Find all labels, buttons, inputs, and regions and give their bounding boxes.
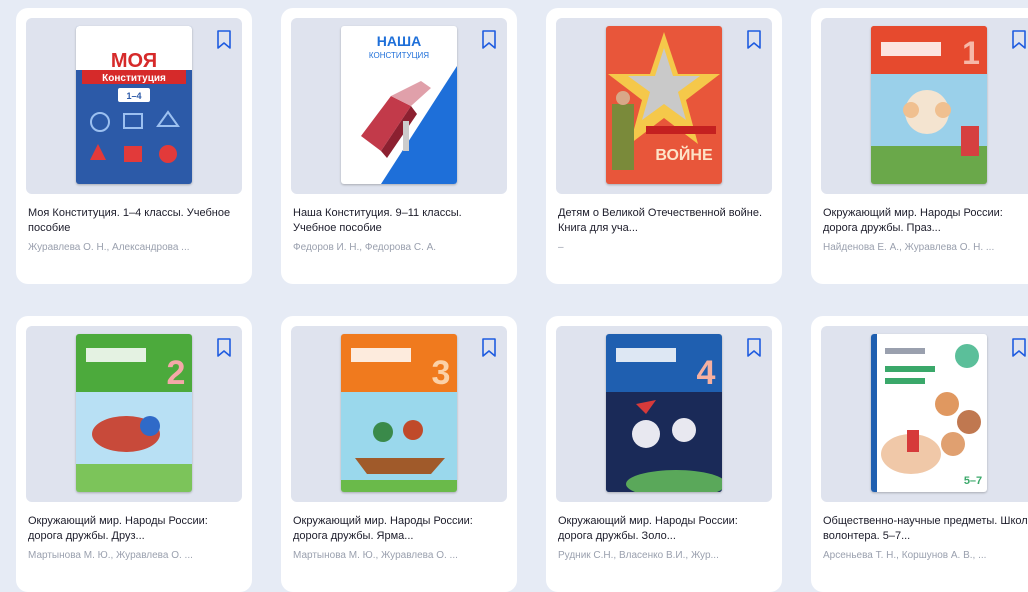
book-cover: 4 bbox=[606, 334, 722, 492]
book-title[interactable]: Окружающий мир. Народы России: дорога др… bbox=[558, 514, 772, 544]
book-title[interactable]: Наша Конституция. 9–11 классы. Учебное п… bbox=[293, 206, 507, 236]
bookmark-icon[interactable] bbox=[1011, 338, 1027, 358]
cover-number: 3 bbox=[432, 354, 451, 392]
book-card[interactable]: 5–7 Общественно-научные предметы. Школа … bbox=[811, 316, 1028, 592]
cover-grade: 5–7 bbox=[964, 475, 982, 487]
cover-title: НАША bbox=[377, 33, 421, 49]
book-cover: 5–7 bbox=[871, 334, 987, 492]
book-title[interactable]: Детям о Великой Отечественной войне. Кни… bbox=[558, 206, 772, 236]
book-card[interactable]: 1 Окружающий мир. Народы России: дорога … bbox=[811, 8, 1028, 284]
bookmark-icon[interactable] bbox=[746, 338, 762, 358]
book-cover-area[interactable]: 5–7 bbox=[821, 326, 1028, 502]
bookmark-icon[interactable] bbox=[481, 30, 497, 50]
book-cover-area[interactable]: 1 bbox=[821, 18, 1028, 194]
book-cover-area[interactable]: 4 bbox=[556, 326, 772, 502]
book-card[interactable]: ВОЙНЕ Детям о Великой Отечественной войн… bbox=[546, 8, 782, 284]
bookmark-icon[interactable] bbox=[746, 30, 762, 50]
book-cover: 1 bbox=[871, 26, 987, 184]
book-card[interactable]: 2 Окружающий мир. Народы России: дорога … bbox=[16, 316, 252, 592]
book-title[interactable]: Моя Конституция. 1–4 классы. Учебное пос… bbox=[28, 206, 242, 236]
cover-number: 1 bbox=[962, 35, 980, 71]
book-authors: Найденова Е. А., Журавлева О. Н. ... bbox=[823, 242, 995, 253]
bookmark-icon[interactable] bbox=[216, 30, 232, 50]
book-title[interactable]: Общественно-научные предметы. Школа воло… bbox=[823, 514, 1028, 544]
book-card[interactable]: НАША КОНСТИТУЦИЯ Наша Конституция. 9–11 … bbox=[281, 8, 517, 284]
book-title[interactable]: Окружающий мир. Народы России: дорога др… bbox=[823, 206, 1028, 236]
book-authors: Федоров И. Н., Федорова С. А. bbox=[293, 242, 437, 253]
book-cover-area[interactable]: МОЯ Конституция 1–4 bbox=[26, 18, 242, 194]
book-card[interactable]: 3 Окружающий мир. Народы России: дорога … bbox=[281, 316, 517, 592]
book-cover: НАША КОНСТИТУЦИЯ bbox=[341, 26, 457, 184]
book-authors: Журавлева О. Н., Александрова ... bbox=[28, 242, 190, 253]
book-cover: 3 bbox=[341, 334, 457, 492]
book-title[interactable]: Окружающий мир. Народы России: дорога др… bbox=[293, 514, 507, 544]
book-card[interactable]: МОЯ Конституция 1–4 Моя Конституция. 1–4… bbox=[16, 8, 252, 284]
book-authors: Мартынова М. Ю., Журавлева О. ... bbox=[293, 550, 458, 561]
cover-subtitle: КОНСТИТУЦИЯ bbox=[369, 51, 429, 60]
bookmark-icon[interactable] bbox=[481, 338, 497, 358]
bookmark-icon[interactable] bbox=[216, 338, 232, 358]
book-cover: 2 bbox=[76, 334, 192, 492]
cover-subtitle: Конституция bbox=[102, 73, 166, 84]
cover-title: МОЯ bbox=[111, 50, 157, 72]
book-cover-area[interactable]: ВОЙНЕ bbox=[556, 18, 772, 194]
book-authors: – bbox=[558, 242, 564, 253]
cover-grade: 1–4 bbox=[126, 91, 141, 101]
book-title[interactable]: Окружающий мир. Народы России: дорога др… bbox=[28, 514, 242, 544]
cover-number: 2 bbox=[167, 354, 186, 392]
book-cover-area[interactable]: 2 bbox=[26, 326, 242, 502]
book-cover-area[interactable]: НАША КОНСТИТУЦИЯ bbox=[291, 18, 507, 194]
book-authors: Мартынова М. Ю., Журавлева О. ... bbox=[28, 550, 193, 561]
book-card[interactable]: 4 Окружающий мир. Народы России: дорога … bbox=[546, 316, 782, 592]
book-authors: Арсеньева Т. Н., Коршунов А. В., ... bbox=[823, 550, 987, 561]
book-cover-area[interactable]: 3 bbox=[291, 326, 507, 502]
book-authors: Рудник С.Н., Власенко В.И., Жур... bbox=[558, 550, 719, 561]
cover-number: 4 bbox=[697, 354, 716, 392]
book-grid: МОЯ Конституция 1–4 Моя Конституция. 1–4… bbox=[0, 0, 1028, 592]
book-cover: МОЯ Конституция 1–4 bbox=[76, 26, 192, 184]
cover-title: ВОЙНЕ bbox=[655, 145, 713, 164]
bookmark-icon[interactable] bbox=[1011, 30, 1027, 50]
book-cover: ВОЙНЕ bbox=[606, 26, 722, 184]
